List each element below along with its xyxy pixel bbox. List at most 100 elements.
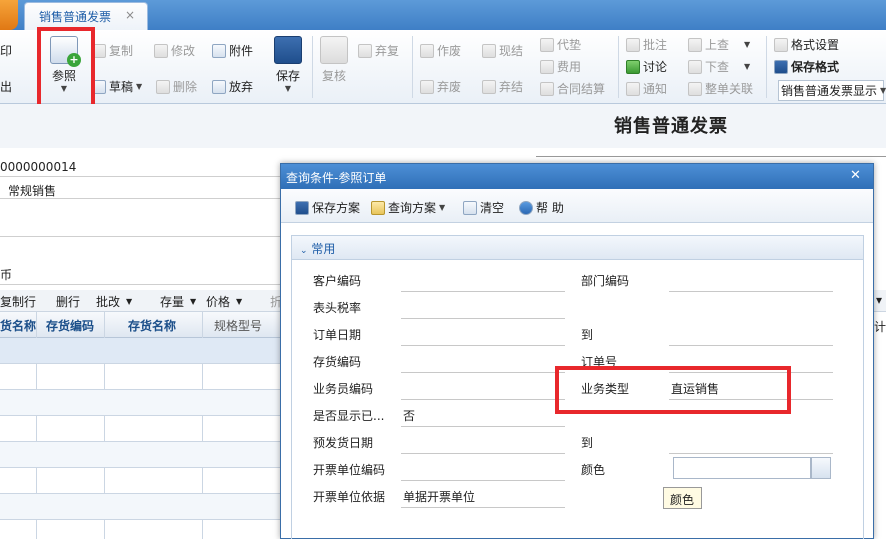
field-line bbox=[0, 236, 280, 237]
table-row[interactable] bbox=[0, 390, 280, 416]
table-row[interactable] bbox=[0, 494, 280, 520]
invoice-unit-code-input[interactable] bbox=[401, 480, 565, 481]
price-button[interactable]: 价格 bbox=[206, 293, 230, 310]
pencil-icon bbox=[154, 43, 168, 58]
discard-button[interactable]: 弃废 bbox=[420, 78, 461, 95]
highlight-business-type bbox=[555, 366, 791, 414]
invoice-unit-basis-input[interactable] bbox=[401, 507, 565, 508]
close-icon[interactable]: ✕ bbox=[850, 168, 861, 183]
copy-button[interactable]: 复制 bbox=[92, 42, 133, 59]
color-input[interactable] bbox=[673, 457, 811, 479]
attachment-button[interactable]: 附件 bbox=[212, 42, 253, 59]
up-icon bbox=[688, 37, 702, 52]
chevron-down-icon[interactable]: ▼ bbox=[126, 297, 132, 306]
currency-value: 币 bbox=[0, 268, 13, 282]
next-button[interactable]: 下查 ▼ bbox=[688, 58, 750, 75]
grid-picker-icon[interactable] bbox=[811, 457, 831, 479]
tab-sales-invoice[interactable]: 销售普通发票 × bbox=[24, 2, 148, 30]
salesman-code-input[interactable] bbox=[401, 399, 565, 400]
format-settings-button[interactable]: 格式设置 bbox=[774, 36, 839, 53]
col-item-name-partial[interactable]: 货名称 bbox=[0, 317, 36, 334]
chevron-down-icon: ⌄ bbox=[300, 246, 308, 256]
folder-icon bbox=[371, 200, 385, 215]
save-format-button[interactable]: 保存格式 bbox=[774, 58, 839, 75]
invoice-unit-basis-label: 开票单位依据 bbox=[313, 490, 386, 504]
table-row[interactable] bbox=[0, 416, 280, 442]
review-button[interactable]: 复核 bbox=[318, 36, 350, 84]
delete-button[interactable]: 删除 bbox=[156, 78, 197, 95]
chevron-down-icon[interactable]: ▾ bbox=[876, 293, 882, 307]
clear-button[interactable]: 清空 bbox=[463, 199, 504, 216]
tax-rate-input[interactable] bbox=[401, 318, 565, 319]
cash-settle-button[interactable]: 现结 bbox=[482, 42, 523, 59]
dialog-title: 查询条件-参照订单 bbox=[286, 171, 387, 185]
review-icon bbox=[320, 36, 348, 64]
order-date-input[interactable] bbox=[401, 345, 565, 346]
advance-pay-button[interactable]: 代垫 bbox=[540, 36, 581, 53]
abandon-review-icon bbox=[358, 43, 372, 58]
table-row[interactable] bbox=[0, 442, 280, 468]
field-line bbox=[0, 176, 280, 177]
abandon-edit-button[interactable]: 放弃 bbox=[212, 78, 253, 95]
draft-button[interactable]: 草稿 ▼ bbox=[92, 78, 142, 95]
show-completed-input[interactable] bbox=[401, 426, 565, 427]
discuss-button[interactable]: 讨论 bbox=[626, 58, 667, 75]
export-button[interactable]: 输出 bbox=[0, 78, 12, 95]
link-all-button[interactable]: 整单关联 bbox=[688, 80, 753, 97]
ship-date-input[interactable] bbox=[401, 453, 565, 454]
ship-date-label: 预发货日期 bbox=[313, 436, 374, 450]
toolbar: 打印 输出 + 参照 ▼ 复制 草稿▼ 修改 删除 附件 放弃 保存 ▼ 复核 … bbox=[0, 30, 886, 104]
chevron-down-icon[interactable]: ▼ bbox=[136, 82, 142, 91]
dialog-titlebar[interactable]: 查询条件-参照订单 ✕ bbox=[281, 164, 873, 189]
section-common[interactable]: ⌄ 常用 bbox=[291, 235, 864, 260]
help-button[interactable]: 帮 助 bbox=[519, 199, 564, 216]
title-underline bbox=[536, 156, 886, 157]
col-stock-name[interactable]: 存货名称 bbox=[128, 317, 176, 334]
table-row[interactable] bbox=[0, 468, 280, 494]
prev-button[interactable]: 上查 ▼ bbox=[688, 36, 750, 53]
print-button[interactable]: 打印 bbox=[0, 42, 12, 59]
close-icon[interactable]: × bbox=[125, 8, 135, 22]
table-row[interactable] bbox=[0, 338, 280, 364]
col-stock-code[interactable]: 存货编码 bbox=[46, 317, 94, 334]
notify-button[interactable]: 通知 bbox=[626, 80, 667, 97]
format-select[interactable]: 销售普通发票显示 ▼ bbox=[778, 80, 886, 101]
dept-code-input[interactable] bbox=[669, 291, 833, 292]
delete-row-button[interactable]: 删行 bbox=[56, 293, 80, 310]
notify-icon bbox=[626, 81, 640, 96]
chevron-down-icon[interactable]: ▼ bbox=[190, 297, 196, 306]
invoice-unit-basis-value[interactable]: 单据开票单位 bbox=[403, 488, 475, 505]
query-dialog: 查询条件-参照订单 ✕ 保存方案 查询方案 ▼ 清空 帮 助 ⌄ 常用 客户编码 … bbox=[280, 163, 874, 539]
chevron-down-icon: ▼ bbox=[439, 203, 446, 212]
ship-date-to-input[interactable] bbox=[669, 453, 833, 454]
stock-button[interactable]: 存量 bbox=[160, 293, 184, 310]
annotate-icon bbox=[626, 37, 640, 52]
discard-settle-button[interactable]: 弃结 bbox=[482, 78, 523, 95]
help-icon bbox=[519, 200, 533, 215]
query-scheme-button[interactable]: 查询方案 ▼ bbox=[371, 199, 445, 216]
contract-settle-button[interactable]: 合同结算 bbox=[540, 80, 605, 97]
batch-modify-button[interactable]: 批改 bbox=[96, 293, 120, 310]
copy-row-button[interactable]: 复制行 bbox=[0, 293, 36, 310]
chevron-down-icon[interactable]: ▼ bbox=[744, 62, 750, 71]
col-spec[interactable]: 规格型号 bbox=[214, 317, 262, 334]
tax-rate-label: 表头税率 bbox=[313, 301, 362, 315]
chevron-down-icon[interactable]: ▼ bbox=[270, 84, 306, 93]
save-button[interactable]: 保存 ▼ bbox=[270, 36, 306, 93]
table-row[interactable] bbox=[0, 520, 280, 539]
stock-code-input[interactable] bbox=[401, 372, 565, 373]
abandon-review-button[interactable]: 弃复 bbox=[358, 42, 399, 59]
save-scheme-button[interactable]: 保存方案 bbox=[295, 199, 360, 216]
table-row[interactable] bbox=[0, 364, 280, 390]
expense-button[interactable]: 费用 bbox=[540, 58, 581, 75]
customer-code-input[interactable] bbox=[401, 291, 565, 292]
void-icon bbox=[420, 43, 434, 58]
col-right-partial: 计 bbox=[874, 320, 886, 334]
chevron-down-icon[interactable]: ▼ bbox=[236, 297, 242, 306]
modify-button[interactable]: 修改 bbox=[154, 42, 195, 59]
order-date-to-input[interactable] bbox=[669, 345, 833, 346]
chevron-down-icon[interactable]: ▼ bbox=[744, 40, 750, 49]
void-button[interactable]: 作废 bbox=[420, 42, 461, 59]
annotate-button[interactable]: 批注 bbox=[626, 36, 667, 53]
show-completed-value[interactable]: 否 bbox=[403, 407, 415, 424]
